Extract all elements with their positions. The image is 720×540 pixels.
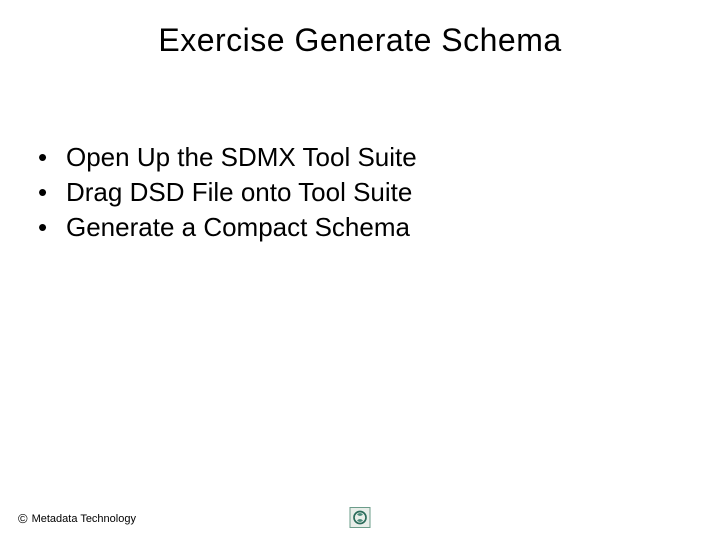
slide-container: Exercise Generate Schema Open Up the SDM… bbox=[0, 0, 720, 540]
bullet-item: Open Up the SDMX Tool Suite bbox=[38, 140, 417, 175]
copyright-symbol: © bbox=[18, 511, 28, 526]
footer: © Metadata Technology bbox=[18, 511, 136, 526]
slide-title: Exercise Generate Schema bbox=[0, 22, 720, 59]
bullet-item: Drag DSD File onto Tool Suite bbox=[38, 175, 417, 210]
bullet-item: Generate a Compact Schema bbox=[38, 210, 417, 245]
footer-logo-icon bbox=[350, 507, 371, 528]
footer-text: Metadata Technology bbox=[32, 513, 136, 525]
bullet-list: Open Up the SDMX Tool Suite Drag DSD Fil… bbox=[38, 140, 417, 245]
